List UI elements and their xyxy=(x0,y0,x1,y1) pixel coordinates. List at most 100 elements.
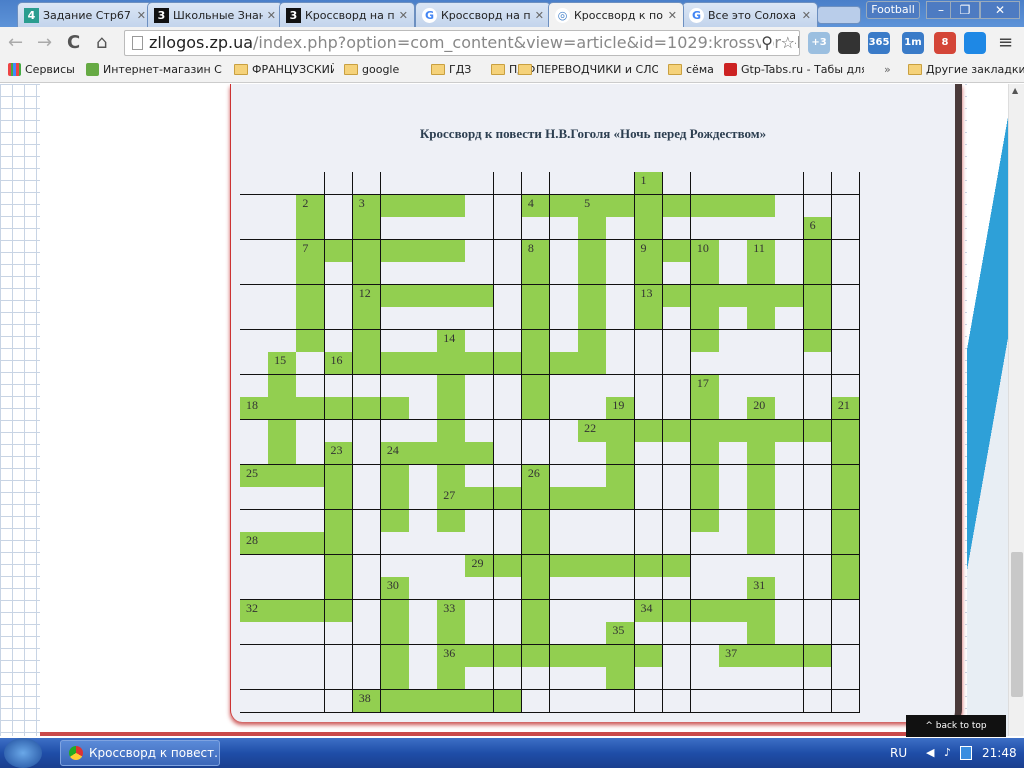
start-button[interactable] xyxy=(4,738,42,768)
new-tab-button[interactable] xyxy=(817,6,861,24)
tray-speaker-icon[interactable]: ◀ xyxy=(926,746,938,760)
back-button[interactable]: ← xyxy=(8,32,23,53)
language-indicator[interactable]: RU xyxy=(890,746,907,760)
crossword-cell-filled: 8 xyxy=(521,239,551,263)
crossword-cell-empty xyxy=(240,352,269,375)
bookmark-item[interactable]: сёма xyxy=(668,63,714,76)
tab[interactable]: 4 Задание Стр67 ✕ xyxy=(17,2,153,27)
decorative-image xyxy=(967,84,1008,736)
close-window-button[interactable]: ✕ xyxy=(980,1,1020,19)
crossword-cell-filled xyxy=(352,262,382,285)
clock[interactable]: 21:48 xyxy=(982,746,1017,760)
trash-ext-icon[interactable] xyxy=(964,32,986,54)
crossword-cell-empty xyxy=(521,172,551,195)
crossword-cell-empty xyxy=(803,172,833,195)
tab-close-icon[interactable]: ✕ xyxy=(399,9,408,22)
bookmark-item[interactable]: Gtp-Tabs.ru - Табы для xyxy=(724,63,864,76)
network-icon[interactable] xyxy=(960,746,972,760)
crossword-cell-empty xyxy=(634,464,664,488)
crossword-cell-empty xyxy=(747,217,776,240)
timer-ext-icon[interactable] xyxy=(838,32,860,54)
tab-close-icon[interactable]: ✕ xyxy=(668,9,677,22)
crossword-cell-empty xyxy=(606,352,636,375)
crossword-cell-empty xyxy=(465,307,495,330)
bookmark-item[interactable]: google xyxy=(344,63,399,76)
crossword-cell-filled xyxy=(606,644,636,668)
scrollbar-thumb[interactable] xyxy=(1011,552,1023,697)
crossword-cell-empty xyxy=(662,262,692,285)
crossword-cell-filled xyxy=(437,442,466,465)
crossword-cell-empty xyxy=(803,374,833,398)
crossword-cell-empty xyxy=(324,262,354,285)
crossword-cell-empty xyxy=(550,217,579,240)
taskbar-item-chrome[interactable]: Кроссворд к повест... xyxy=(60,740,220,766)
bookmark-item[interactable]: ПЕРЕВОДЧИКИ и СЛОВ xyxy=(518,63,658,76)
bookmarks-overflow-button[interactable]: » xyxy=(884,63,891,76)
scrollbar[interactable]: ▲ xyxy=(1008,84,1024,736)
bookmark-item[interactable]: ФРАНЦУЗСКИЙ xyxy=(234,63,334,76)
zoom-icon[interactable]: ⚲ xyxy=(761,31,773,55)
address-bar[interactable]: zllogos.zp.ua/index.php?option=com_conte… xyxy=(124,30,800,56)
tab-close-icon[interactable]: ✕ xyxy=(535,9,544,22)
crossword-cell-empty xyxy=(296,487,326,510)
reload-button[interactable]: C xyxy=(67,32,80,53)
bookmark-item[interactable]: ГДЗ xyxy=(431,63,471,76)
crossword-cell-filled xyxy=(296,307,326,330)
forward-button[interactable]: → xyxy=(37,32,52,53)
tab[interactable]: G Кроссворд на п ✕ xyxy=(415,2,551,27)
crossword-cell-filled: 27 xyxy=(437,487,466,510)
crossword-cell-empty xyxy=(352,487,382,510)
crossword-cell-filled xyxy=(465,284,495,308)
crossword-cell-filled xyxy=(747,487,776,510)
crossword-cell-empty xyxy=(437,217,466,240)
crossword-cell-empty xyxy=(662,329,692,353)
profile-button[interactable]: Football xyxy=(866,1,920,19)
crossword-cell-empty xyxy=(550,599,579,623)
menu-icon[interactable]: ≡ xyxy=(998,32,1013,53)
tab[interactable]: 3 Школьные Знан ✕ xyxy=(147,2,283,27)
page-icon xyxy=(132,36,143,50)
gmail-ext-icon[interactable]: 8 xyxy=(934,32,956,54)
scroll-up-icon[interactable]: ▲ xyxy=(1012,86,1018,95)
tab[interactable]: 3 Кроссворд на п ✕ xyxy=(279,2,415,27)
volume-icon[interactable]: ♪ xyxy=(944,746,956,760)
tab-close-icon[interactable]: ✕ xyxy=(267,9,276,22)
crossword-cell-filled xyxy=(352,397,382,420)
back-to-top-button[interactable]: ^ back to top xyxy=(906,715,1006,737)
crossword-cell-filled xyxy=(493,689,523,713)
clock-ext-icon[interactable]: 1m xyxy=(902,32,924,54)
crossword-cell-empty xyxy=(324,622,354,645)
maximize-button[interactable]: ❐ xyxy=(950,1,980,19)
bookmark-item[interactable]: Интернет-магазин Chro xyxy=(86,63,222,76)
home-button[interactable]: ⌂ xyxy=(96,32,107,53)
crossword-cell-filled xyxy=(409,239,438,263)
url-host: zllogos.zp.ua xyxy=(149,33,254,52)
clue-number: 25 xyxy=(246,465,258,480)
bookmark-item[interactable]: Сервисы xyxy=(8,63,75,76)
crossword-cell-empty xyxy=(380,329,410,353)
crossword-cell-empty xyxy=(719,577,748,600)
crossword-cell-filled xyxy=(380,194,410,218)
crossword-cell-filled xyxy=(803,307,833,330)
bookmark-star-icon[interactable]: ☆ xyxy=(780,31,795,55)
crossword-cell-filled xyxy=(803,262,833,285)
crossword-cell-empty xyxy=(493,599,523,623)
cloud-ext-icon[interactable]: +3 xyxy=(808,32,830,54)
tab-close-icon[interactable]: ✕ xyxy=(802,9,811,22)
crossword-cell-empty xyxy=(437,532,466,555)
tab[interactable]: ◎ Кроссворд к по ✕ xyxy=(548,2,684,27)
crossword-cell-filled xyxy=(437,374,466,398)
tab[interactable]: G Все это Солоха ✕ xyxy=(682,2,818,27)
other-bookmarks[interactable]: Другие закладки xyxy=(908,63,1024,76)
crossword-cell-empty xyxy=(634,532,664,555)
crossword-cell-empty xyxy=(803,532,833,555)
tab-close-icon[interactable]: ✕ xyxy=(137,9,146,22)
crossword-cell-filled xyxy=(550,644,579,668)
crossword-cell-empty xyxy=(662,622,692,645)
crossword-cell-empty xyxy=(775,374,805,398)
clue-number: 35 xyxy=(612,623,625,637)
clue-number: 20 xyxy=(753,398,766,412)
calendar-ext-icon[interactable]: 365 xyxy=(868,32,890,54)
crossword-cell-empty xyxy=(268,284,297,308)
crossword-cell-empty xyxy=(380,307,410,330)
